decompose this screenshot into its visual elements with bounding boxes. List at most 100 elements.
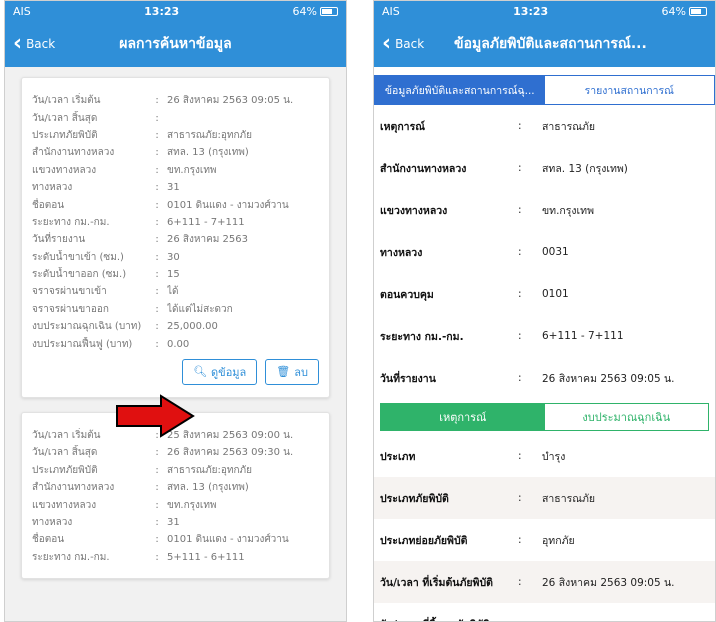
search-results-screen: AIS 13:23 64% ‹ Back ผลการค้นหาข้อมูล วั…: [4, 0, 347, 622]
field-value: 0101: [542, 288, 569, 300]
view-label: ดูข้อมูล: [211, 365, 247, 379]
field-value: บำรุง: [542, 450, 566, 463]
field-value: ได้แต่ไม่สะดวก: [167, 303, 233, 315]
field-label: วัน/เวลา เริ่มต้น: [32, 95, 101, 107]
field-value: 31: [167, 517, 180, 528]
separator: :: [155, 164, 159, 176]
battery-icon: [688, 6, 707, 16]
separator: :: [155, 269, 159, 281]
field-value: 30: [167, 251, 180, 263]
detail-row: จราจรผ่านขาเข้า: ได้: [32, 283, 319, 300]
field-label: ทางหลวง: [32, 182, 73, 194]
field-value: 0.00: [167, 338, 190, 350]
field-value: 6+111 - 7+111: [542, 330, 624, 342]
field-label: งบประมาณฉุกเฉิน (บาท): [32, 321, 142, 333]
field-value: ขท.กรุงเทพ: [167, 499, 217, 511]
field-label: ประเภทภัยพิบัติ: [32, 464, 98, 476]
detail-row: วัน/เวลา สิ้นสุด:: [32, 109, 319, 126]
detail-row: ทางหลวง:31: [32, 514, 319, 531]
separator: :: [518, 534, 522, 546]
field-value: 15: [167, 269, 180, 281]
field-label: วันที่รายงาน: [380, 372, 436, 385]
separator: :: [155, 534, 159, 546]
page-title: ผลการค้นหาข้อมูล: [119, 36, 232, 52]
field-label: วัน/เวลา ที่สิ้นสุดภัยพิบัติ: [380, 616, 518, 622]
separator: :: [155, 129, 159, 141]
battery-percent: 64%: [292, 4, 317, 18]
detail-row: วันที่รายงาน: 26 สิงหาคม 2563 09:05 น.: [374, 357, 715, 399]
detail-row: ระยะทาง กม.-กม.:5+111 - 6+111: [32, 549, 319, 566]
separator: :: [155, 216, 159, 228]
detail-row: ทางหลวง: 0031: [374, 231, 715, 273]
field-value: 6+111 - 7+111: [167, 216, 245, 228]
separator: :: [155, 147, 159, 159]
detail-row: ประเภท: บำรุง: [374, 435, 715, 477]
tab-event[interactable]: เหตุการณ์: [381, 404, 545, 430]
field-value: 31: [167, 182, 180, 194]
detail-row: งบประมาณฉุกเฉิน (บาท):25,000.00: [32, 318, 319, 335]
field-label: ชื่อตอน: [32, 534, 65, 546]
field-label: ตอนควบคุม: [380, 288, 434, 301]
battery-icon: [319, 6, 338, 16]
separator: :: [155, 199, 159, 211]
separator: :: [155, 286, 159, 298]
field-value: 26 สิงหาคม 2563 09:05 น.: [542, 576, 675, 589]
page-title: ข้อมูลภัยพิบัติและสถานการณ์...: [454, 36, 647, 52]
field-value: 0101 ดินแดง - งามวงศ์วาน: [167, 199, 289, 211]
separator: :: [518, 288, 522, 300]
detail-row: ระยะทาง กม.-กม.: 6+111 - 7+111: [374, 315, 715, 357]
detail-row: ประเภทภัยพิบัติ: สาธารณภัย: [374, 477, 715, 519]
tab-emergency-budget[interactable]: งบประมาณฉุกเฉิน: [544, 404, 708, 430]
status-bar: AIS 13:23 64%: [374, 1, 715, 21]
delete-button[interactable]: 🗑︎ ลบ: [265, 358, 319, 385]
chevron-left-icon: ‹: [13, 31, 23, 56]
field-label: วัน/เวลา สิ้นสุด: [32, 112, 98, 124]
detail-row: แขวงทางหลวง: ขท.กรุงเทพ: [374, 189, 715, 231]
detail-row: แขวงทางหลวง: ขท.กรุงเทพ: [32, 162, 319, 179]
field-label: ระยะทาง กม.-กม.: [380, 330, 464, 343]
detail-row: ชื่อตอน:0101 ดินแดง - งามวงศ์วาน: [32, 196, 319, 213]
field-value: 25,000.00: [167, 321, 218, 333]
nav-bar: ‹ Back ผลการค้นหาข้อมูล: [5, 21, 346, 67]
separator: :: [155, 482, 159, 494]
field-label: ประเภทภัยพิบัติ: [380, 492, 449, 505]
results-list[interactable]: วัน/เวลา เริ่มต้น: 26 สิงหาคม 2563 09:05 …: [5, 67, 346, 621]
detail-row: ระดับน้ำขาเข้า (ซม.):30: [32, 249, 319, 266]
back-button[interactable]: ‹ Back: [5, 33, 55, 55]
detail-row: วัน/เวลา ที่สิ้นสุดภัยพิบัติ:: [374, 603, 715, 622]
separator: :: [155, 447, 159, 459]
view-details-button[interactable]: 🔍︎ ดูข้อมูล: [182, 358, 258, 385]
red-arrow-annotation: [116, 394, 195, 438]
clock: 13:23: [144, 4, 180, 18]
detail-row: ประเภทภัยพิบัติ: สาธารณภัย:อุทกภัย: [32, 462, 319, 479]
field-value: ขท.กรุงเทพ: [167, 164, 217, 176]
field-value: 26 สิงหาคม 2563 09:05 น.: [167, 95, 294, 107]
field-label: ประเภท: [380, 450, 416, 463]
field-value: ได้: [167, 286, 179, 298]
separator: :: [518, 330, 522, 342]
back-button[interactable]: ‹ Back: [374, 33, 424, 55]
detail-row: ชื่อตอน:0101 ดินแดง - งามวงศ์วาน: [32, 531, 319, 548]
carrier-label: AIS: [13, 4, 31, 18]
field-label: สำนักงานทางหลวง: [32, 482, 115, 494]
separator: :: [518, 576, 522, 588]
field-label: วัน/เวลา สิ้นสุด: [32, 447, 98, 459]
detail-row: ระยะทาง กม.-กม.:6+111 - 7+111: [32, 214, 319, 231]
carrier-label: AIS: [382, 4, 400, 18]
tab-situation-report[interactable]: รายงานสถานการณ์: [544, 76, 714, 104]
tab-disaster-info[interactable]: ข้อมูลภัยพิบัติและสถานการณ์ฉุ...: [375, 76, 545, 104]
field-label: วัน/เวลา ที่เริ่มต้นภัยพิบัติ: [380, 576, 493, 589]
field-value: สาธารณภัย:อุทกภัย: [167, 129, 253, 141]
battery-percent: 64%: [661, 4, 686, 18]
detail-row: จราจรผ่านขาออก: ได้แต่ไม่สะดวก: [32, 301, 319, 318]
field-label: ทางหลวง: [32, 517, 73, 528]
nav-bar: ‹ Back ข้อมูลภัยพิบัติและสถานการณ์...: [374, 21, 715, 67]
separator: :: [518, 450, 522, 462]
separator: :: [155, 464, 159, 476]
field-value: ขท.กรุงเทพ: [542, 204, 594, 217]
detail-row: ระดับน้ำขาออก (ซม.):15: [32, 266, 319, 283]
separator: :: [155, 551, 159, 563]
delete-label: ลบ: [294, 365, 308, 379]
field-label: แขวงทางหลวง: [380, 204, 448, 217]
field-value: สทล. 13 (กรุงเทพ): [167, 482, 249, 494]
